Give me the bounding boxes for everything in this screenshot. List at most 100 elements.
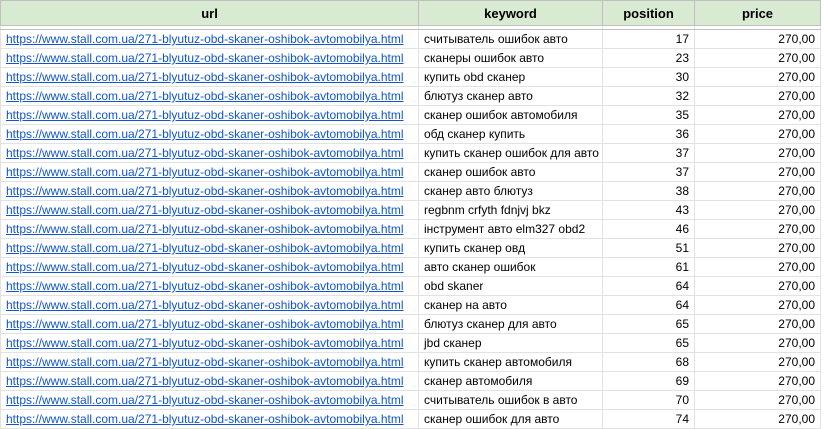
url-link[interactable]: https://www.stall.com.ua/271-blyutuz-obd… bbox=[6, 260, 404, 274]
keyword-cell[interactable]: сканеры ошибок авто bbox=[418, 48, 603, 68]
url-link[interactable]: https://www.stall.com.ua/271-blyutuz-obd… bbox=[6, 412, 404, 426]
position-cell[interactable]: 70 bbox=[602, 390, 695, 410]
price-cell[interactable]: 270,00 bbox=[694, 124, 821, 144]
keyword-cell[interactable]: інструмент авто elm327 obd2 bbox=[418, 219, 603, 239]
url-link[interactable]: https://www.stall.com.ua/271-blyutuz-obd… bbox=[6, 184, 404, 198]
keyword-cell[interactable]: считыватель ошибок авто bbox=[418, 29, 603, 49]
price-cell[interactable]: 270,00 bbox=[694, 162, 821, 182]
url-cell[interactable]: https://www.stall.com.ua/271-blyutuz-obd… bbox=[0, 162, 419, 182]
url-cell[interactable]: https://www.stall.com.ua/271-blyutuz-obd… bbox=[0, 390, 419, 410]
price-cell[interactable]: 270,00 bbox=[694, 314, 821, 334]
url-link[interactable]: https://www.stall.com.ua/271-blyutuz-obd… bbox=[6, 222, 404, 236]
header-keyword[interactable]: keyword bbox=[418, 0, 603, 26]
url-link[interactable]: https://www.stall.com.ua/271-blyutuz-obd… bbox=[6, 298, 404, 312]
price-cell[interactable]: 270,00 bbox=[694, 86, 821, 106]
url-cell[interactable]: https://www.stall.com.ua/271-blyutuz-obd… bbox=[0, 257, 419, 277]
price-cell[interactable]: 270,00 bbox=[694, 333, 821, 353]
url-cell[interactable]: https://www.stall.com.ua/271-blyutuz-obd… bbox=[0, 105, 419, 125]
url-cell[interactable]: https://www.stall.com.ua/271-blyutuz-obd… bbox=[0, 124, 419, 144]
position-cell[interactable]: 64 bbox=[602, 276, 695, 296]
url-cell[interactable]: https://www.stall.com.ua/271-blyutuz-obd… bbox=[0, 238, 419, 258]
keyword-cell[interactable]: авто сканер ошибок bbox=[418, 257, 603, 277]
position-cell[interactable]: 37 bbox=[602, 143, 695, 163]
url-link[interactable]: https://www.stall.com.ua/271-blyutuz-obd… bbox=[6, 70, 404, 84]
header-position[interactable]: position bbox=[602, 0, 695, 26]
keyword-cell[interactable]: купить сканер ошибок для авто bbox=[418, 143, 603, 163]
price-cell[interactable]: 270,00 bbox=[694, 143, 821, 163]
keyword-cell[interactable]: блютуз сканер для авто bbox=[418, 314, 603, 334]
price-cell[interactable]: 270,00 bbox=[694, 105, 821, 125]
keyword-cell[interactable]: купить obd сканер bbox=[418, 67, 603, 87]
url-link[interactable]: https://www.stall.com.ua/271-blyutuz-obd… bbox=[6, 393, 404, 407]
position-cell[interactable]: 32 bbox=[602, 86, 695, 106]
url-link[interactable]: https://www.stall.com.ua/271-blyutuz-obd… bbox=[6, 241, 404, 255]
keyword-cell[interactable]: купить сканер автомобиля bbox=[418, 352, 603, 372]
price-cell[interactable]: 270,00 bbox=[694, 352, 821, 372]
url-link[interactable]: https://www.stall.com.ua/271-blyutuz-obd… bbox=[6, 279, 404, 293]
price-cell[interactable]: 270,00 bbox=[694, 409, 821, 429]
keyword-cell[interactable]: сканер на авто bbox=[418, 295, 603, 315]
url-cell[interactable]: https://www.stall.com.ua/271-blyutuz-obd… bbox=[0, 371, 419, 391]
url-cell[interactable]: https://www.stall.com.ua/271-blyutuz-obd… bbox=[0, 409, 419, 429]
url-cell[interactable]: https://www.stall.com.ua/271-blyutuz-obd… bbox=[0, 276, 419, 296]
position-cell[interactable]: 65 bbox=[602, 333, 695, 353]
keyword-cell[interactable]: jbd сканер bbox=[418, 333, 603, 353]
header-price[interactable]: price bbox=[694, 0, 821, 26]
url-cell[interactable]: https://www.stall.com.ua/271-blyutuz-obd… bbox=[0, 352, 419, 372]
price-cell[interactable]: 270,00 bbox=[694, 295, 821, 315]
position-cell[interactable]: 61 bbox=[602, 257, 695, 277]
price-cell[interactable]: 270,00 bbox=[694, 219, 821, 239]
position-cell[interactable]: 68 bbox=[602, 352, 695, 372]
position-cell[interactable]: 38 bbox=[602, 181, 695, 201]
header-url[interactable]: url bbox=[0, 0, 419, 26]
price-cell[interactable]: 270,00 bbox=[694, 257, 821, 277]
price-cell[interactable]: 270,00 bbox=[694, 371, 821, 391]
url-cell[interactable]: https://www.stall.com.ua/271-blyutuz-obd… bbox=[0, 86, 419, 106]
price-cell[interactable]: 270,00 bbox=[694, 67, 821, 87]
keyword-cell[interactable]: обд сканер купить bbox=[418, 124, 603, 144]
keyword-cell[interactable]: сканер ошибок автомобиля bbox=[418, 105, 603, 125]
url-cell[interactable]: https://www.stall.com.ua/271-blyutuz-obd… bbox=[0, 143, 419, 163]
price-cell[interactable]: 270,00 bbox=[694, 276, 821, 296]
position-cell[interactable]: 17 bbox=[602, 29, 695, 49]
position-cell[interactable]: 23 bbox=[602, 48, 695, 68]
url-link[interactable]: https://www.stall.com.ua/271-blyutuz-obd… bbox=[6, 108, 404, 122]
url-cell[interactable]: https://www.stall.com.ua/271-blyutuz-obd… bbox=[0, 29, 419, 49]
keyword-cell[interactable]: сканер авто блютуз bbox=[418, 181, 603, 201]
position-cell[interactable]: 64 bbox=[602, 295, 695, 315]
position-cell[interactable]: 51 bbox=[602, 238, 695, 258]
keyword-cell[interactable]: сканер автомобиля bbox=[418, 371, 603, 391]
url-cell[interactable]: https://www.stall.com.ua/271-blyutuz-obd… bbox=[0, 219, 419, 239]
keyword-cell[interactable]: сканер ошибок для авто bbox=[418, 409, 603, 429]
position-cell[interactable]: 74 bbox=[602, 409, 695, 429]
url-link[interactable]: https://www.stall.com.ua/271-blyutuz-obd… bbox=[6, 203, 404, 217]
keyword-cell[interactable]: сканер ошибок авто bbox=[418, 162, 603, 182]
url-link[interactable]: https://www.stall.com.ua/271-blyutuz-obd… bbox=[6, 146, 404, 160]
url-link[interactable]: https://www.stall.com.ua/271-blyutuz-obd… bbox=[6, 374, 404, 388]
url-cell[interactable]: https://www.stall.com.ua/271-blyutuz-obd… bbox=[0, 181, 419, 201]
url-link[interactable]: https://www.stall.com.ua/271-blyutuz-obd… bbox=[6, 165, 404, 179]
keyword-cell[interactable]: считыватель ошибок в авто bbox=[418, 390, 603, 410]
keyword-cell[interactable]: блютуз сканер авто bbox=[418, 86, 603, 106]
price-cell[interactable]: 270,00 bbox=[694, 390, 821, 410]
position-cell[interactable]: 46 bbox=[602, 219, 695, 239]
position-cell[interactable]: 43 bbox=[602, 200, 695, 220]
url-link[interactable]: https://www.stall.com.ua/271-blyutuz-obd… bbox=[6, 355, 404, 369]
keyword-cell[interactable]: купить сканер овд bbox=[418, 238, 603, 258]
position-cell[interactable]: 69 bbox=[602, 371, 695, 391]
url-cell[interactable]: https://www.stall.com.ua/271-blyutuz-obd… bbox=[0, 333, 419, 353]
keyword-cell[interactable]: regbnm crfyth fdnjvj bkz bbox=[418, 200, 603, 220]
position-cell[interactable]: 36 bbox=[602, 124, 695, 144]
url-cell[interactable]: https://www.stall.com.ua/271-blyutuz-obd… bbox=[0, 295, 419, 315]
url-link[interactable]: https://www.stall.com.ua/271-blyutuz-obd… bbox=[6, 32, 404, 46]
url-link[interactable]: https://www.stall.com.ua/271-blyutuz-obd… bbox=[6, 89, 404, 103]
position-cell[interactable]: 30 bbox=[602, 67, 695, 87]
position-cell[interactable]: 35 bbox=[602, 105, 695, 125]
price-cell[interactable]: 270,00 bbox=[694, 181, 821, 201]
keyword-cell[interactable]: obd skaner bbox=[418, 276, 603, 296]
url-link[interactable]: https://www.stall.com.ua/271-blyutuz-obd… bbox=[6, 336, 404, 350]
url-link[interactable]: https://www.stall.com.ua/271-blyutuz-obd… bbox=[6, 127, 404, 141]
url-cell[interactable]: https://www.stall.com.ua/271-blyutuz-obd… bbox=[0, 200, 419, 220]
price-cell[interactable]: 270,00 bbox=[694, 200, 821, 220]
url-link[interactable]: https://www.stall.com.ua/271-blyutuz-obd… bbox=[6, 51, 404, 65]
